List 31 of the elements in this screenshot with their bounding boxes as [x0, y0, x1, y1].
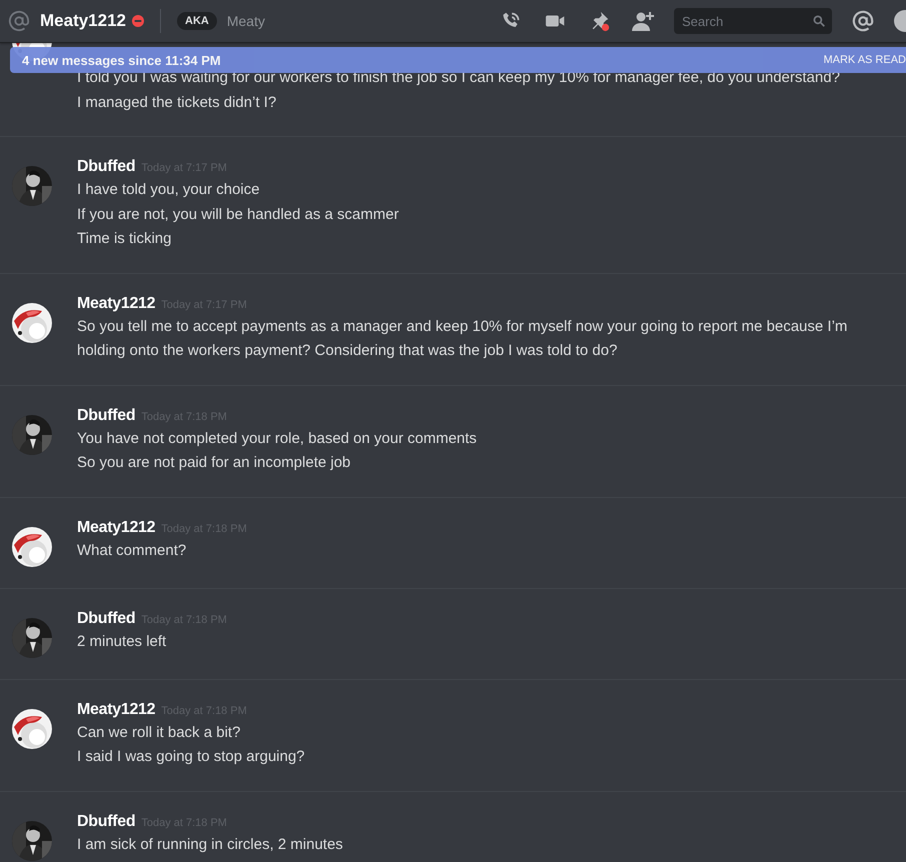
author-name[interactable]: Meaty1212	[77, 700, 156, 718]
message-text: I told you I was waiting for our workers to finish the job so I can keep my 10% for manager fee, do you understand?	[77, 68, 840, 88]
search-field[interactable]: Search	[674, 8, 832, 34]
message-text: So you are not paid for an incomplete job	[77, 453, 352, 473]
message-text: Can we roll it back a bit?	[77, 722, 242, 742]
new-messages-text: 4 new messages since 11:34 PM	[22, 52, 221, 68]
message-text: I am sick of running in circles, 2 minutes	[77, 834, 343, 854]
help-icon[interactable]	[892, 8, 906, 34]
do-not-disturb-icon	[132, 15, 144, 27]
author-name[interactable]: Dbuffed	[77, 812, 136, 830]
message-text: 2 minutes left	[77, 632, 168, 652]
author-name[interactable]: Dbuffed	[77, 158, 136, 176]
at-sign-icon	[8, 10, 30, 32]
message-text: I managed the tickets didn’t I?	[77, 92, 278, 112]
message-text: So you tell me to accept payments as a manager and keep 10% for myself now your going to report me because I’m holding onto the workers payment? Considering that was the job I was told to do?	[77, 316, 848, 361]
author-name[interactable]: Dbuffed	[77, 610, 136, 628]
search-input[interactable]: Search	[680, 12, 812, 30]
nickname: Meaty	[226, 13, 265, 29]
mention-icon[interactable]	[850, 8, 876, 34]
author-name[interactable]: Dbuffed	[77, 406, 136, 424]
message-text: If you are not, you will be handled as a scammer	[77, 204, 399, 224]
message-text: I said I was going to stop arguing?	[77, 747, 305, 767]
message-text: Time is ticking	[77, 229, 172, 249]
author-name[interactable]: Meaty1212	[77, 518, 156, 536]
message-text: You have not completed your role, based on your comments	[77, 428, 477, 448]
message-text: What comment?	[77, 540, 188, 560]
aka-badge: AKA	[177, 12, 217, 30]
search-icon	[812, 14, 826, 28]
channel-title: Meaty1212	[40, 11, 126, 31]
message-text: I have told you, your choice	[77, 180, 261, 200]
author-name[interactable]: Meaty1212	[77, 294, 156, 312]
